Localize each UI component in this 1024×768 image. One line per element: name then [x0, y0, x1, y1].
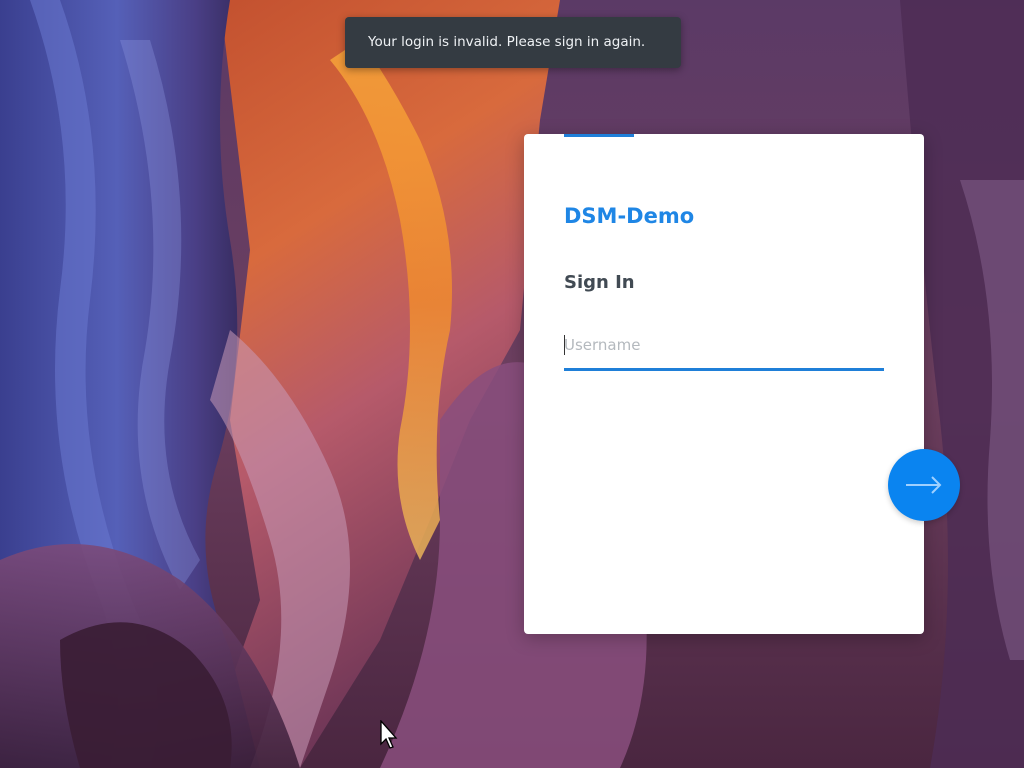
progress-accent-bar — [564, 134, 634, 137]
mouse-pointer-icon — [380, 720, 398, 749]
text-caret — [564, 335, 565, 355]
arrow-right-icon — [906, 476, 942, 494]
username-field — [564, 327, 884, 371]
username-input[interactable] — [564, 327, 884, 363]
server-name: DSM-Demo — [564, 204, 695, 228]
login-screen: Your login is invalid. Please sign in ag… — [0, 0, 1024, 768]
next-button[interactable] — [888, 449, 960, 521]
sign-in-heading: Sign In — [564, 272, 635, 293]
error-toast-message: Your login is invalid. Please sign in ag… — [368, 34, 646, 50]
login-card: DSM-Demo Sign In — [524, 134, 924, 634]
error-toast: Your login is invalid. Please sign in ag… — [345, 17, 681, 68]
